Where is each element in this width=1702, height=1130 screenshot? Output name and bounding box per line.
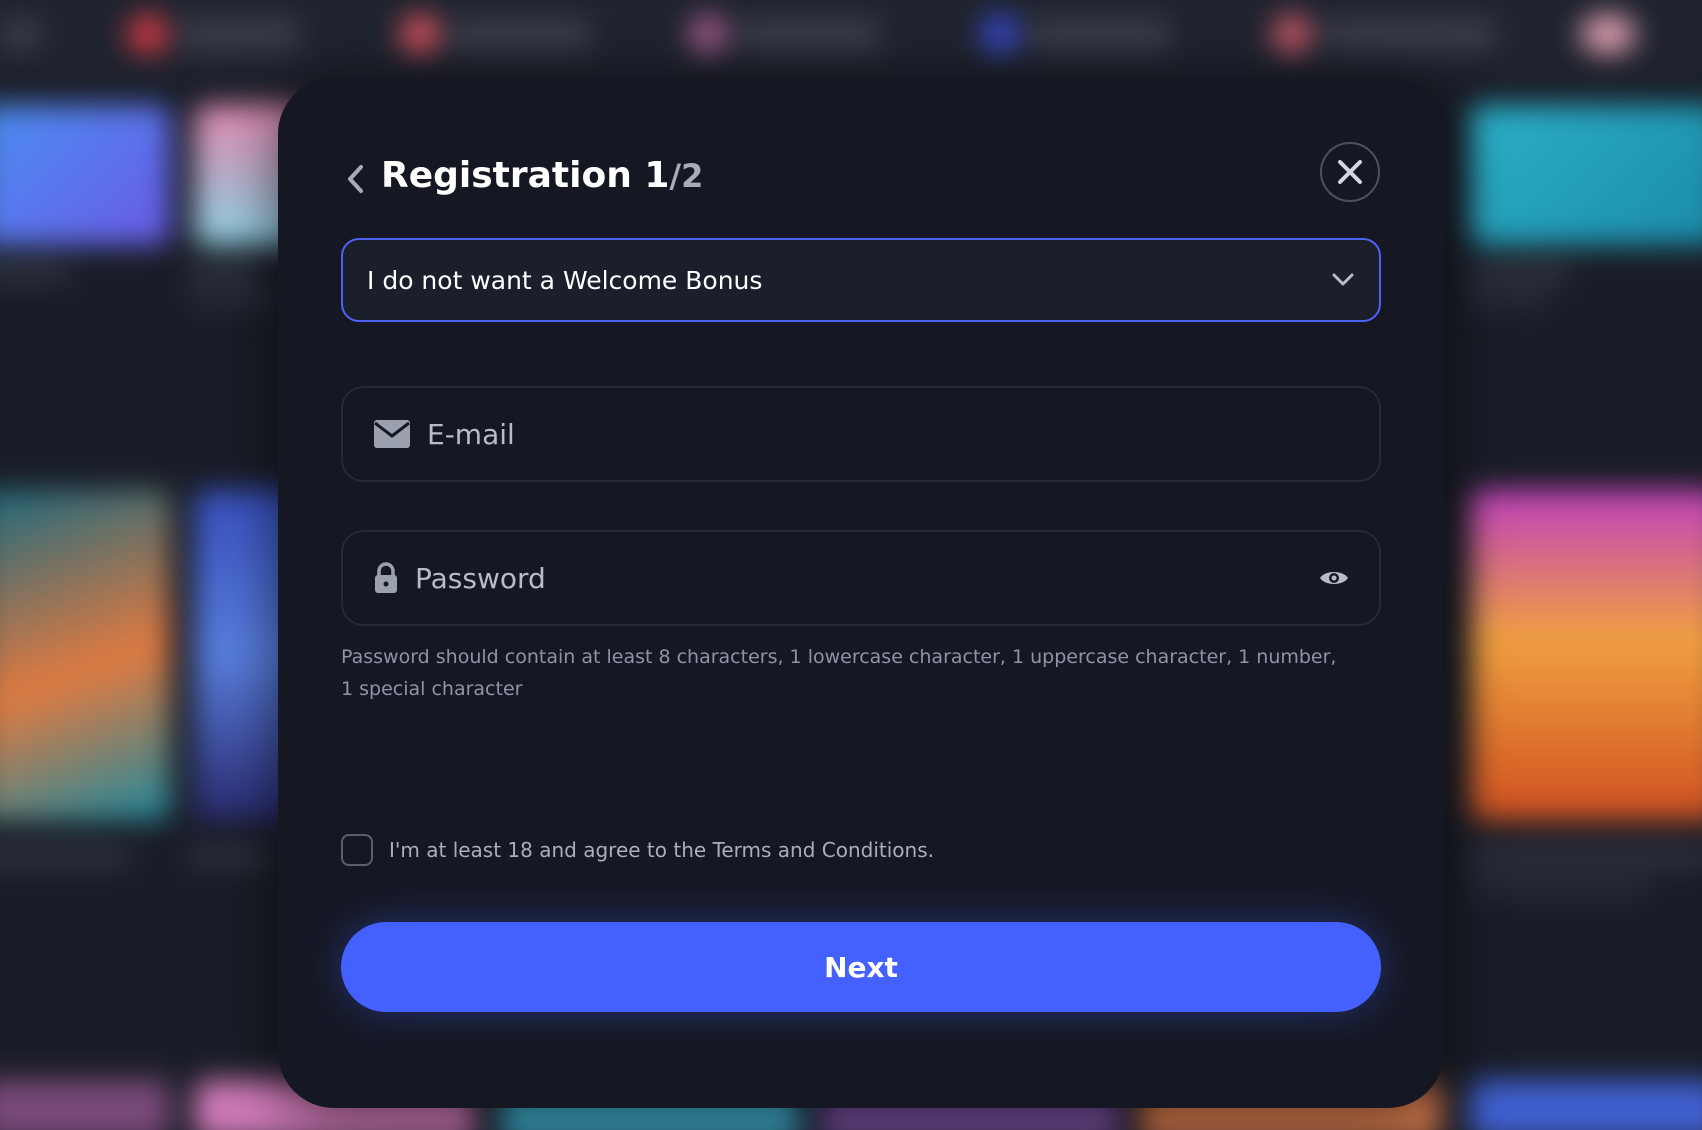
back-button[interactable]: [336, 154, 376, 204]
show-password-toggle[interactable]: [1319, 568, 1349, 588]
title-text: Registration 1: [381, 155, 670, 196]
password-input[interactable]: [415, 561, 1319, 595]
terms-label: I'm at least 18 and agree to the Terms a…: [389, 838, 934, 862]
terms-row: I'm at least 18 and agree to the Terms a…: [341, 833, 934, 867]
next-button[interactable]: Next: [341, 922, 1381, 1012]
chevron-left-icon: [348, 165, 363, 193]
eye-icon: [1320, 572, 1348, 584]
envelope-icon: [373, 419, 411, 449]
lock-icon: [373, 562, 399, 594]
close-icon: [1338, 160, 1362, 184]
background-category-nav: [0, 0, 1702, 80]
chevron-down-icon: [1332, 273, 1354, 286]
registration-modal: Registration 1/2 I do not want a Welcome…: [278, 78, 1444, 1108]
password-requirements-hint: Password should contain at least 8 chara…: [341, 646, 1337, 700]
email-input[interactable]: [427, 417, 1349, 451]
password-field-container: [341, 530, 1381, 626]
welcome-bonus-select-value: I do not want a Welcome Bonus: [367, 265, 763, 295]
welcome-bonus-select[interactable]: I do not want a Welcome Bonus: [341, 238, 1381, 322]
title-step: /2: [669, 157, 704, 195]
page-title: Registration 1/2: [381, 146, 703, 206]
email-field-container: [341, 386, 1381, 482]
terms-checkbox[interactable]: [341, 834, 373, 866]
close-button[interactable]: [1320, 142, 1380, 202]
